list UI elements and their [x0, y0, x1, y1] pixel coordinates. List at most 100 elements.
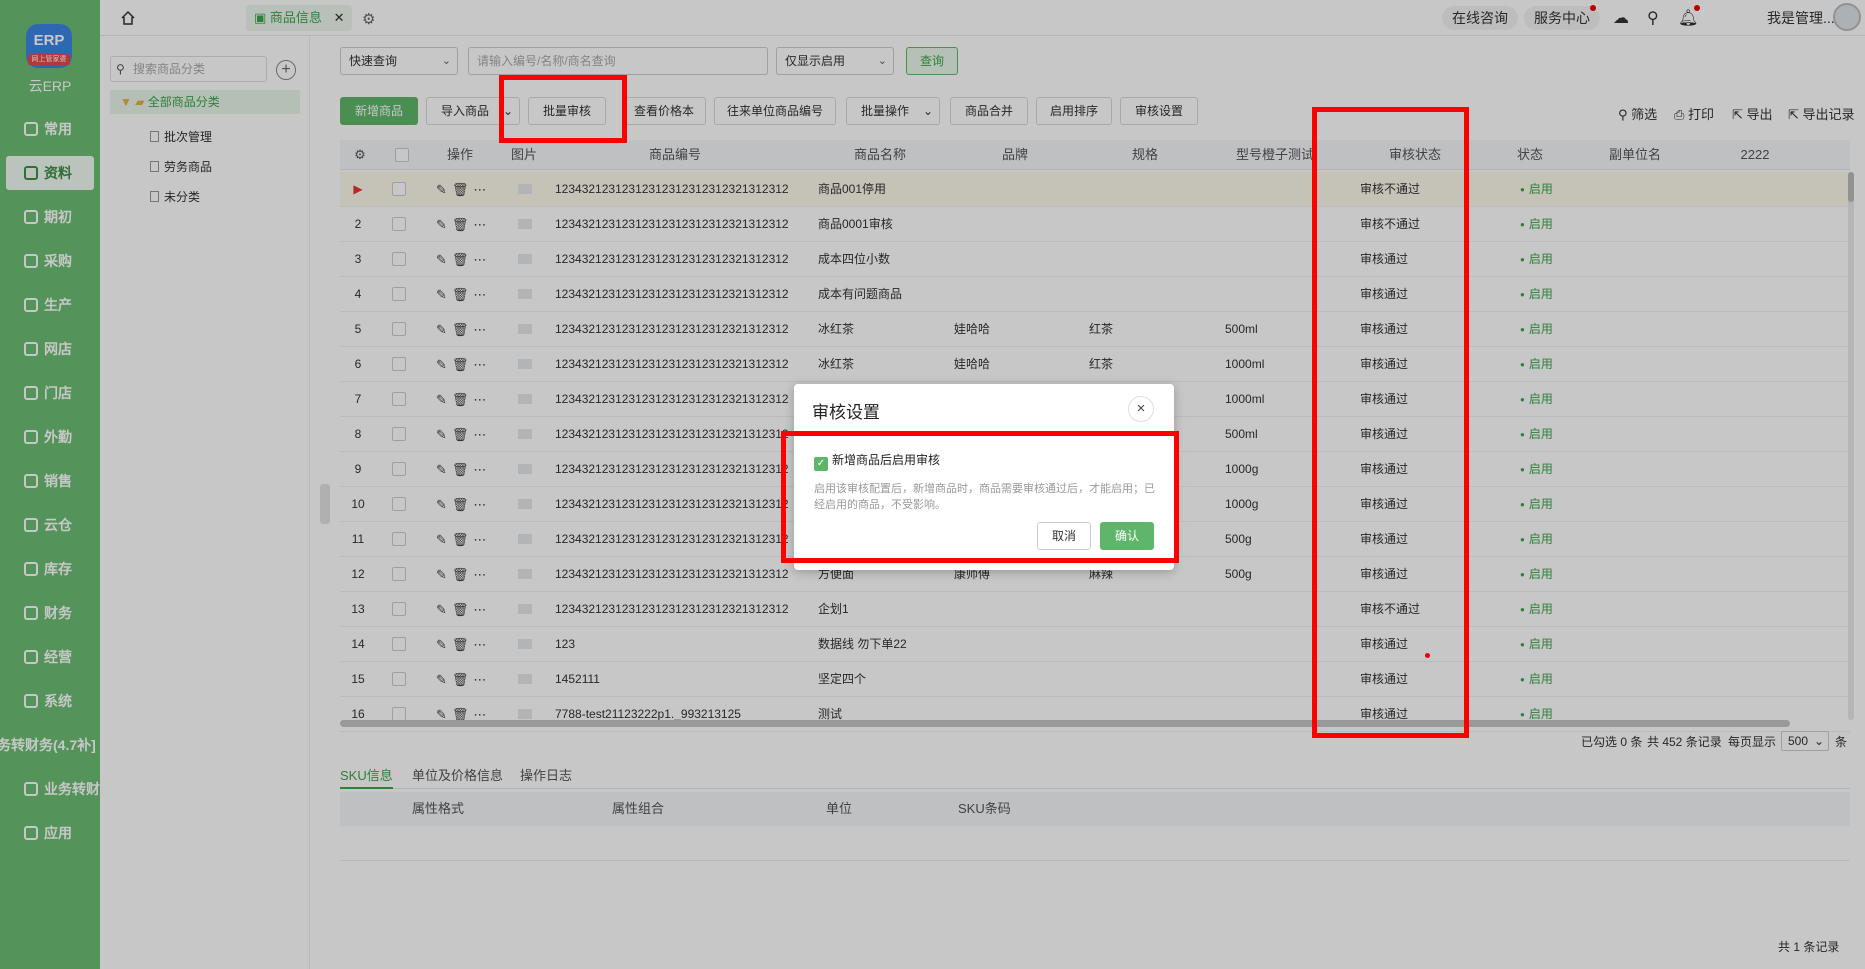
- table-row[interactable]: 151452111坚定四个审核通过启用✎🗑︎⋯: [340, 662, 1850, 697]
- column-settings-icon[interactable]: ⚙: [350, 140, 370, 170]
- tree-root-all-categories[interactable]: ▼ ▰ 全部商品分类: [110, 90, 300, 114]
- enable-sort-button[interactable]: 启用排序: [1036, 97, 1112, 125]
- column-header[interactable]: 2222: [1700, 140, 1810, 170]
- row-checkbox[interactable]: [392, 487, 412, 522]
- filter-button[interactable]: ⚲ 筛选: [1618, 104, 1657, 123]
- category-search-input[interactable]: ⚲ 搜索商品分类: [110, 56, 267, 82]
- tab-product-info[interactable]: ▣ 商品信息 ✕: [246, 5, 353, 31]
- edit-icon[interactable]: ✎: [436, 207, 447, 242]
- delete-icon[interactable]: 🗑︎: [452, 312, 469, 347]
- delete-icon[interactable]: 🗑︎: [452, 172, 469, 207]
- product-image[interactable]: [518, 242, 538, 277]
- vertical-scrollbar[interactable]: [1848, 172, 1854, 720]
- audit-settings-button[interactable]: 审核设置: [1120, 97, 1198, 125]
- edit-icon[interactable]: ✎: [436, 522, 447, 557]
- more-icon[interactable]: ⋯: [473, 277, 486, 312]
- tree-item-batch[interactable]: 批次管理: [150, 128, 212, 145]
- table-row[interactable]: 14123数据线 勿下单22审核通过启用✎🗑︎⋯: [340, 627, 1850, 662]
- column-header[interactable]: 状态: [1490, 140, 1570, 170]
- delete-icon[interactable]: 🗑︎: [452, 522, 469, 557]
- product-image[interactable]: [518, 207, 538, 242]
- column-header[interactable]: 商品名称: [810, 140, 950, 170]
- merge-product-button[interactable]: 商品合并: [950, 97, 1028, 125]
- product-image[interactable]: [518, 417, 538, 452]
- delete-icon[interactable]: 🗑︎: [452, 592, 469, 627]
- online-consult-button[interactable]: 在线咨询: [1442, 6, 1518, 30]
- more-icon[interactable]: ⋯: [473, 242, 486, 277]
- row-checkbox[interactable]: [392, 557, 412, 592]
- edit-icon[interactable]: ✎: [436, 277, 447, 312]
- product-image[interactable]: [518, 382, 538, 417]
- more-icon[interactable]: ⋯: [473, 592, 486, 627]
- more-icon[interactable]: ⋯: [473, 417, 486, 452]
- export-records-button[interactable]: ⇱ 导出记录: [1788, 104, 1855, 123]
- column-header[interactable]: 操作: [420, 140, 500, 170]
- column-header[interactable]: 商品编号: [560, 140, 790, 170]
- batch-operation-button[interactable]: 批量操作 ⌄: [846, 97, 940, 125]
- print-button[interactable]: ⎙ 打印: [1674, 104, 1714, 123]
- edit-icon[interactable]: ✎: [436, 592, 447, 627]
- product-image[interactable]: [518, 277, 538, 312]
- row-checkbox[interactable]: [392, 522, 412, 557]
- sidebar-item-5[interactable]: 网店: [0, 332, 100, 366]
- close-icon[interactable]: ×: [1128, 396, 1154, 422]
- sidebar-item-14[interactable]: 务转财务(4.7补]: [0, 728, 97, 762]
- row-checkbox[interactable]: [392, 347, 412, 382]
- add-product-button[interactable]: 新增商品: [340, 97, 418, 125]
- product-image[interactable]: [518, 347, 538, 382]
- edit-icon[interactable]: ✎: [436, 557, 447, 592]
- sidebar-item-3[interactable]: 采购: [0, 244, 100, 278]
- export-button[interactable]: ⇱ 导出: [1732, 104, 1773, 123]
- row-checkbox[interactable]: [392, 592, 412, 627]
- tab-settings-icon[interactable]: ⚙: [362, 10, 375, 28]
- more-icon[interactable]: ⋯: [473, 487, 486, 522]
- edit-icon[interactable]: ✎: [436, 627, 447, 662]
- more-icon[interactable]: ⋯: [473, 382, 486, 417]
- table-row[interactable]: 4 12343212312312312312312312321312312 成本有问…: [340, 277, 1850, 312]
- user-name[interactable]: 我是管理...: [1767, 8, 1835, 28]
- product-image[interactable]: [518, 312, 538, 347]
- table-row[interactable]: 13 12343212312312312312312312321312312 企划1…: [340, 592, 1850, 627]
- table-row[interactable]: 2 12343212312312312312312312321312312 商品00…: [340, 207, 1850, 242]
- column-header[interactable]: 规格: [1080, 140, 1210, 170]
- tree-item-uncategorized[interactable]: 未分类: [150, 188, 200, 205]
- product-image[interactable]: [518, 452, 538, 487]
- row-checkbox[interactable]: [392, 242, 412, 277]
- delete-icon[interactable]: 🗑︎: [452, 452, 469, 487]
- sidebar-item-9[interactable]: 云仓: [0, 508, 100, 542]
- delete-icon[interactable]: 🗑︎: [452, 662, 469, 697]
- sidebar-item-10[interactable]: 库存: [0, 552, 100, 586]
- row-checkbox[interactable]: [392, 382, 412, 417]
- more-icon[interactable]: ⋯: [473, 627, 486, 662]
- row-checkbox[interactable]: [392, 207, 412, 242]
- add-category-button[interactable]: +: [276, 60, 296, 80]
- tab-unit-price[interactable]: 单位及价格信息: [412, 765, 503, 784]
- product-image[interactable]: [518, 627, 538, 662]
- per-page-select[interactable]: 500 ⌄: [1781, 731, 1829, 751]
- edit-icon[interactable]: ✎: [436, 347, 447, 382]
- sidebar-item-16[interactable]: 应用: [0, 816, 100, 850]
- more-icon[interactable]: ⋯: [473, 312, 486, 347]
- sidebar-item-12[interactable]: 经营: [0, 640, 100, 674]
- sidebar-item-11[interactable]: 财务: [0, 596, 100, 630]
- product-image[interactable]: [518, 172, 538, 207]
- product-image[interactable]: [518, 522, 538, 557]
- more-icon[interactable]: ⋯: [473, 557, 486, 592]
- sidebar-item-0[interactable]: 常用: [0, 112, 100, 146]
- service-center-button[interactable]: 服务中心: [1524, 6, 1600, 30]
- row-checkbox[interactable]: [392, 417, 412, 452]
- view-price-book-button[interactable]: 查看价格本: [622, 97, 706, 125]
- delete-icon[interactable]: 🗑︎: [452, 382, 469, 417]
- partner-product-code-button[interactable]: 往来单位商品编号: [714, 97, 836, 125]
- delete-icon[interactable]: 🗑︎: [452, 627, 469, 662]
- edit-icon[interactable]: ✎: [436, 172, 447, 207]
- row-checkbox[interactable]: [392, 172, 412, 207]
- cloud-download-icon[interactable]: ☁: [1613, 8, 1629, 28]
- delete-icon[interactable]: 🗑︎: [452, 207, 469, 242]
- row-checkbox[interactable]: [392, 662, 412, 697]
- row-checkbox[interactable]: [392, 452, 412, 487]
- row-checkbox[interactable]: [392, 277, 412, 312]
- delete-icon[interactable]: 🗑︎: [452, 347, 469, 382]
- more-icon[interactable]: ⋯: [473, 347, 486, 382]
- select-all-checkbox[interactable]: [392, 140, 412, 170]
